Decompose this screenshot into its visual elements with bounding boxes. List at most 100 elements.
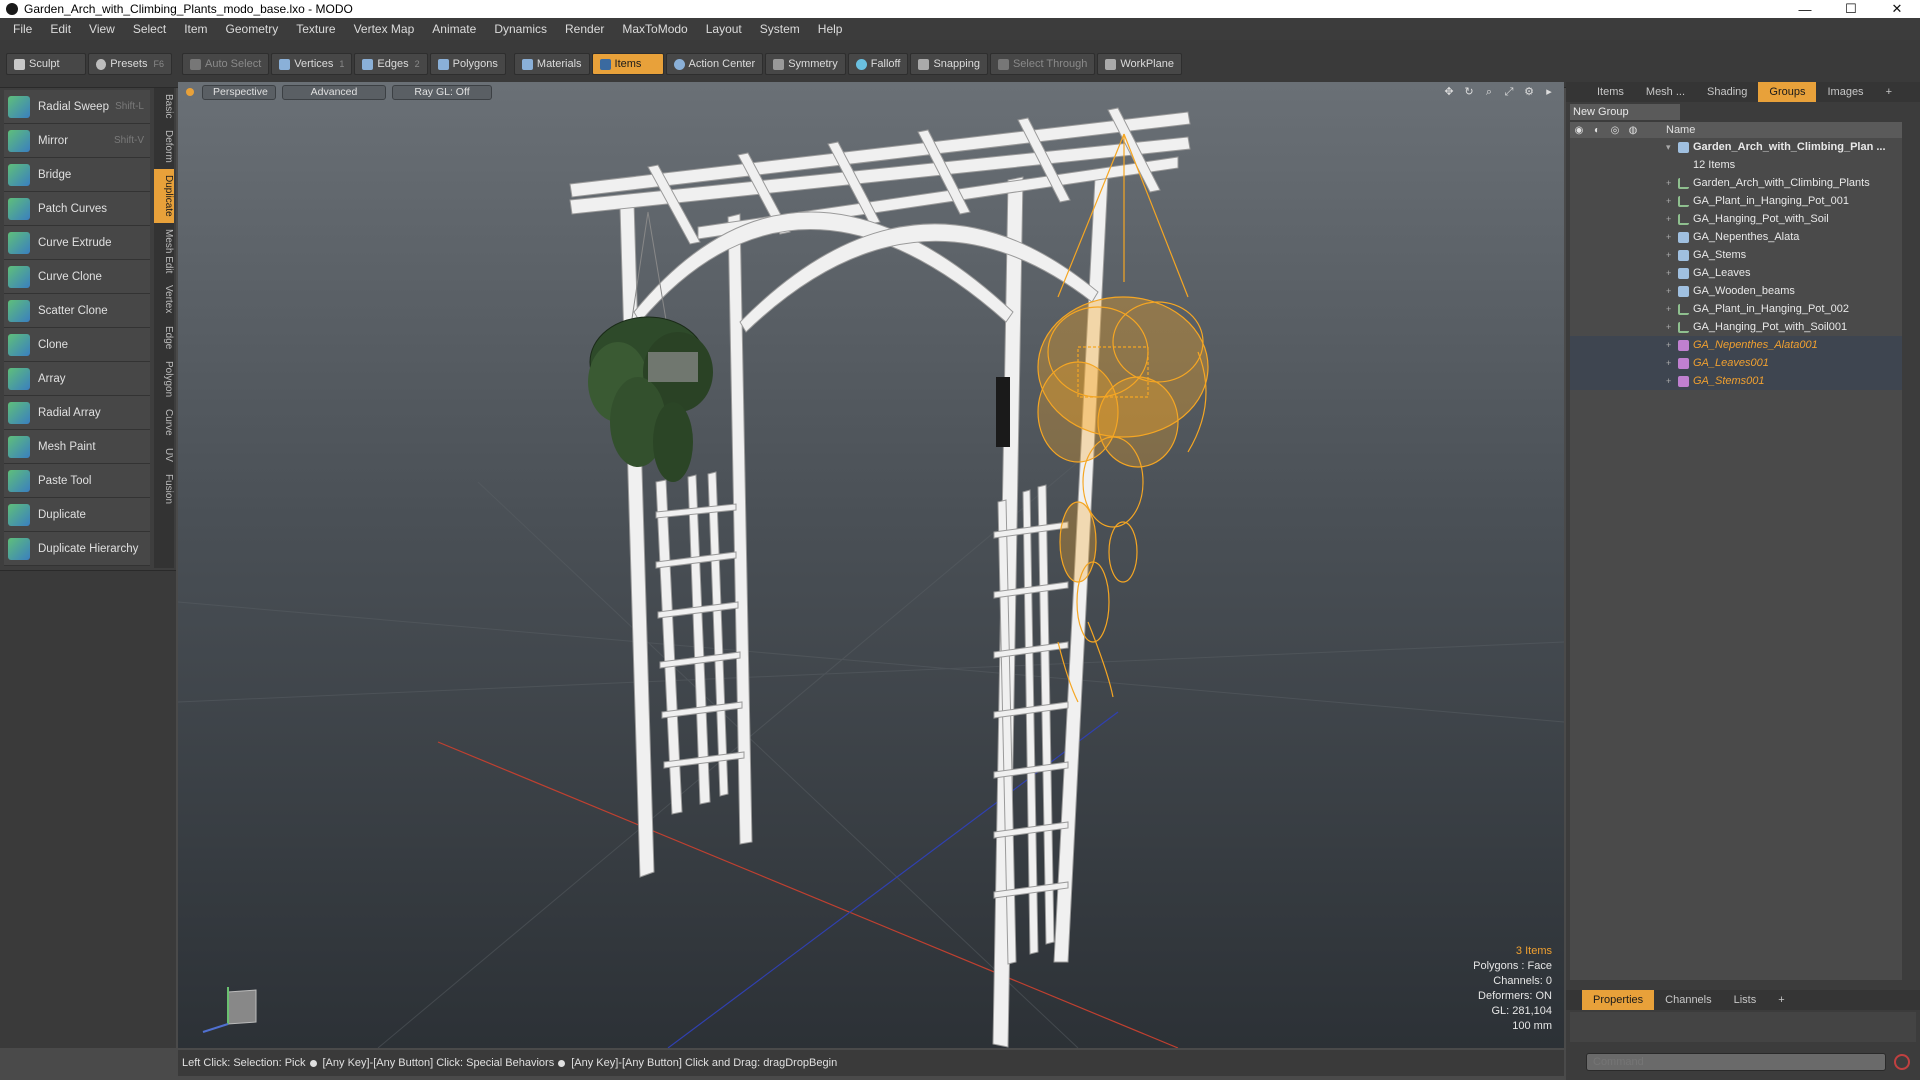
expand-arrow-icon[interactable]: ▸ — [1542, 85, 1556, 99]
tab-polygon[interactable]: Polygon — [154, 355, 174, 403]
menu-edit[interactable]: Edit — [41, 18, 80, 40]
sculpt-button[interactable]: Sculpt — [6, 53, 86, 75]
polygons-button[interactable]: Polygons — [429, 53, 506, 75]
collapse-arrow-icon[interactable]: ▾ — [1666, 142, 1678, 153]
mirror-tool[interactable]: Mirror Shift-V — [4, 124, 150, 158]
viewport-options-icon[interactable] — [186, 88, 194, 96]
tab-mesh[interactable]: Mesh ... — [1635, 82, 1696, 102]
rotate-icon[interactable]: ↻ — [1462, 85, 1476, 99]
menu-view[interactable]: View — [80, 18, 124, 40]
tab-shading[interactable]: Shading — [1696, 82, 1758, 102]
menu-file[interactable]: File — [4, 18, 41, 40]
menu-layout[interactable]: Layout — [697, 18, 751, 40]
paste-tool[interactable]: Paste Tool — [4, 464, 150, 498]
tab-uv[interactable]: UV — [154, 442, 174, 468]
record-macro-icon[interactable] — [1894, 1054, 1910, 1070]
tab-edge[interactable]: Edge — [154, 320, 174, 355]
pan-icon[interactable]: ✥ — [1442, 85, 1456, 99]
list-item[interactable]: + GA_Stems — [1570, 246, 1902, 264]
tab-basic[interactable]: Basic — [154, 88, 174, 124]
tab-fusion[interactable]: Fusion — [154, 468, 174, 510]
action-center-button[interactable]: Action Center — [665, 53, 764, 75]
list-item[interactable]: + GA_Plant_in_Hanging_Pot_001 — [1570, 192, 1902, 210]
symmetry-button[interactable]: Symmetry — [765, 53, 846, 75]
mesh-paint-tool[interactable]: Mesh Paint — [4, 430, 150, 464]
tab-items[interactable]: Items — [1586, 82, 1635, 102]
tab-images[interactable]: Images — [1816, 82, 1874, 102]
select-through-button[interactable]: Select Through — [989, 53, 1096, 75]
snapping-button[interactable]: Snapping — [910, 53, 988, 75]
list-item-selected[interactable]: + GA_Stems001 — [1570, 372, 1902, 390]
menu-render[interactable]: Render — [556, 18, 613, 40]
items-button[interactable]: Items — [591, 53, 664, 75]
materials-button[interactable]: Materials — [513, 53, 590, 75]
command-input[interactable] — [1586, 1053, 1886, 1071]
new-group-button[interactable]: New Group — [1570, 104, 1680, 120]
tab-groups[interactable]: Groups — [1758, 82, 1817, 102]
menu-vertex-map[interactable]: Vertex Map — [345, 18, 424, 40]
list-item[interactable]: + GA_Nepenthes_Alata — [1570, 228, 1902, 246]
maximize-button[interactable]: ☐ — [1828, 0, 1874, 18]
render-icon[interactable]: ◎ — [1606, 125, 1624, 136]
workplane-button[interactable]: WorkPlane — [1097, 53, 1182, 75]
tab-deform[interactable]: Deform — [154, 124, 174, 169]
vertices-button[interactable]: Vertices 1 — [271, 53, 353, 75]
menu-texture[interactable]: Texture — [287, 18, 344, 40]
zoom-icon[interactable]: ⌕ — [1482, 85, 1496, 99]
3d-viewport[interactable]: Perspective Advanced Ray GL: Off ✥ ↻ ⌕ ⤢… — [178, 82, 1564, 1048]
edges-button[interactable]: Edges 2 — [354, 53, 428, 75]
list-item[interactable]: + GA_Hanging_Pot_with_Soil001 — [1570, 318, 1902, 336]
presets-button[interactable]: Presets F6 — [88, 53, 172, 75]
list-item-selected[interactable]: + GA_Nepenthes_Alata001 — [1570, 336, 1902, 354]
list-item[interactable]: + Garden_Arch_with_Climbing_Plants — [1570, 174, 1902, 192]
auto-select-button[interactable]: Auto Select — [182, 53, 270, 75]
lock-icon[interactable]: ◐ — [1588, 125, 1606, 136]
menu-maxtomodo[interactable]: MaxToModo — [613, 18, 696, 40]
tab-curve[interactable]: Curve — [154, 403, 174, 442]
shading-style-dropdown[interactable]: Advanced — [282, 84, 386, 100]
close-button[interactable]: ✕ — [1874, 0, 1920, 18]
list-item[interactable]: + GA_Leaves — [1570, 264, 1902, 282]
bridge-tool[interactable]: Bridge — [4, 158, 150, 192]
add-tab-icon[interactable]: + — [1875, 82, 1903, 102]
clone-tool[interactable]: Clone — [4, 328, 150, 362]
name-column-header[interactable]: Name — [1666, 124, 1695, 136]
tab-mesh-edit[interactable]: Mesh Edit — [154, 223, 174, 279]
list-item[interactable]: + GA_Plant_in_Hanging_Pot_002 — [1570, 300, 1902, 318]
tab-channels[interactable]: Channels — [1654, 990, 1722, 1010]
eye-icon[interactable]: ◉ — [1570, 125, 1588, 136]
menu-dynamics[interactable]: Dynamics — [485, 18, 556, 40]
minimize-button[interactable]: — — [1782, 0, 1828, 18]
menu-item[interactable]: Item — [175, 18, 216, 40]
scatter-clone-tool[interactable]: Scatter Clone — [4, 294, 150, 328]
ray-gl-toggle[interactable]: Ray GL: Off — [392, 84, 492, 100]
radial-sweep-tool[interactable]: Radial Sweep Shift-L — [4, 90, 150, 124]
add-tab-icon[interactable]: + — [1767, 990, 1795, 1010]
groups-item-list[interactable]: ◉ ◐ ◎ ◍ Name ▾ Garden_Arch_with_Climbing… — [1570, 122, 1902, 980]
tab-properties[interactable]: Properties — [1582, 990, 1655, 1010]
root-group-row[interactable]: ▾ Garden_Arch_with_Climbing_Plan ... — [1570, 138, 1902, 156]
maximize-viewport-icon[interactable]: ⤢ — [1502, 85, 1516, 99]
list-item[interactable]: + GA_Wooden_beams — [1570, 282, 1902, 300]
tab-vertex[interactable]: Vertex — [154, 279, 174, 319]
curve-extrude-tool[interactable]: Curve Extrude — [4, 226, 150, 260]
settings-gear-icon[interactable]: ⚙ — [1522, 85, 1536, 99]
menu-system[interactable]: System — [751, 18, 809, 40]
duplicate-hierarchy-tool[interactable]: Duplicate Hierarchy — [4, 532, 150, 566]
tab-duplicate[interactable]: Duplicate — [154, 169, 174, 223]
falloff-button[interactable]: Falloff — [847, 53, 909, 75]
view-type-dropdown[interactable]: Perspective — [202, 84, 276, 100]
tab-lists[interactable]: Lists — [1723, 990, 1768, 1010]
curve-clone-tool[interactable]: Curve Clone — [4, 260, 150, 294]
patch-curves-tool[interactable]: Patch Curves — [4, 192, 150, 226]
menu-animate[interactable]: Animate — [423, 18, 485, 40]
menu-select[interactable]: Select — [124, 18, 175, 40]
duplicate-tool[interactable]: Duplicate — [4, 498, 150, 532]
array-tool[interactable]: Array — [4, 362, 150, 396]
select-icon[interactable]: ◍ — [1624, 125, 1642, 136]
scene-render[interactable] — [178, 82, 1564, 1048]
radial-array-tool[interactable]: Radial Array — [4, 396, 150, 430]
list-item-selected[interactable]: + GA_Leaves001 — [1570, 354, 1902, 372]
list-item[interactable]: + GA_Hanging_Pot_with_Soil — [1570, 210, 1902, 228]
menu-help[interactable]: Help — [809, 18, 852, 40]
